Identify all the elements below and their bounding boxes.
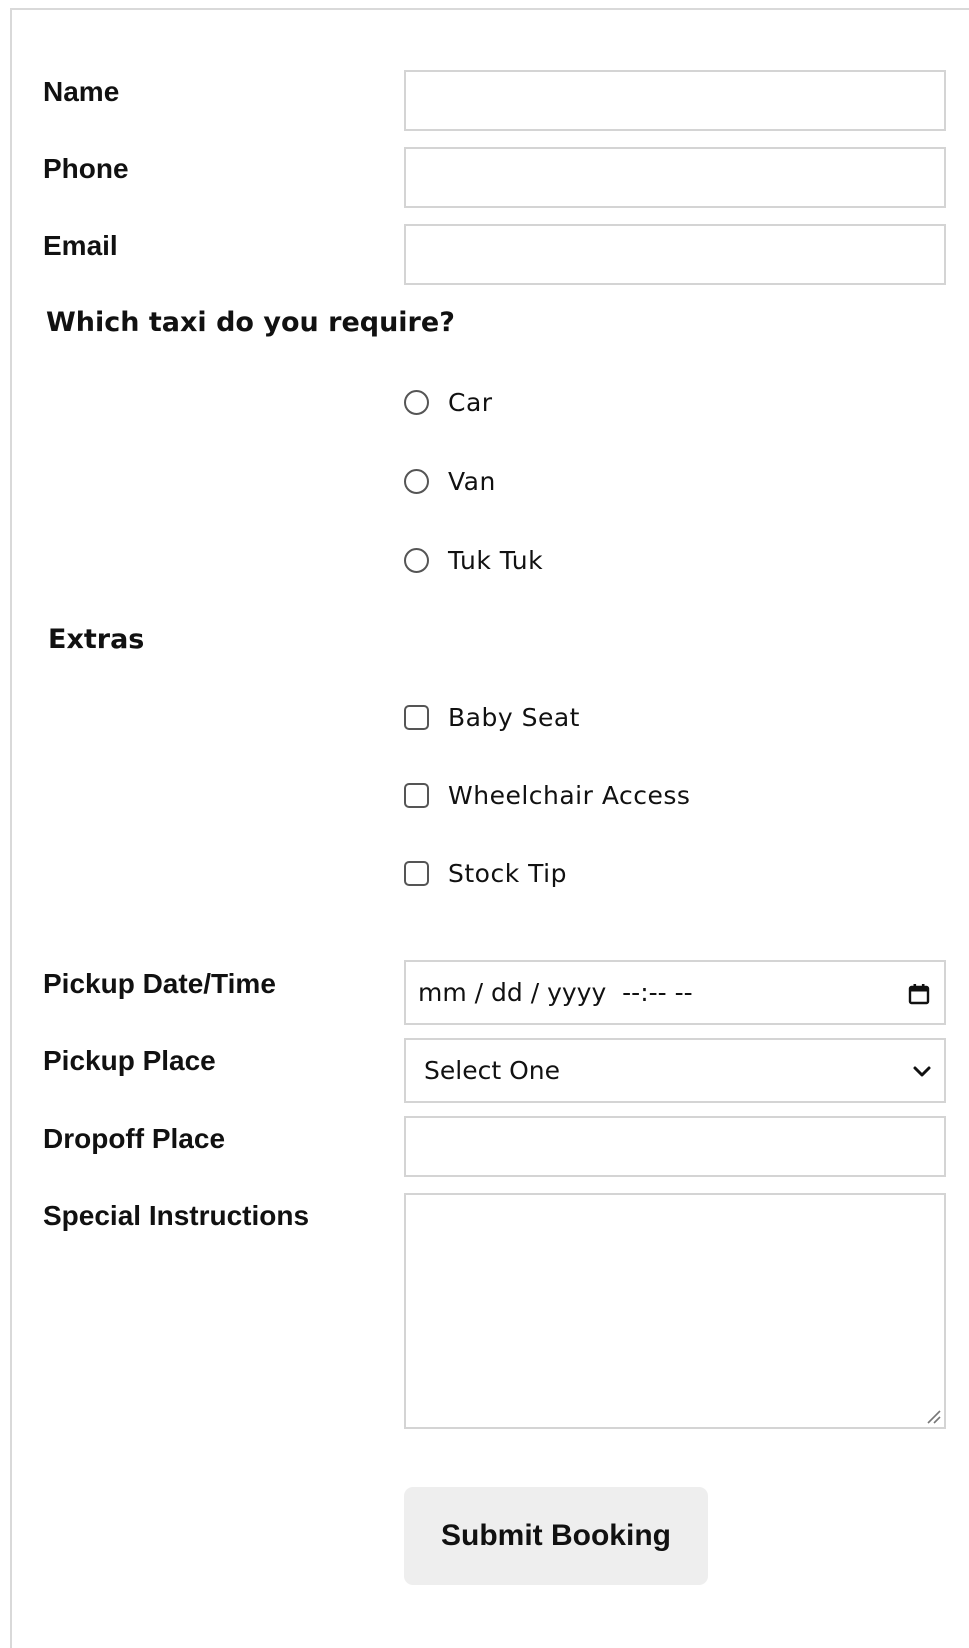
- taxi-option-van[interactable]: Van: [404, 464, 496, 498]
- baby-seat-checkbox[interactable]: [404, 704, 429, 730]
- tuk-tuk-radio[interactable]: [404, 547, 429, 573]
- stock-tip-checkbox[interactable]: [404, 860, 429, 886]
- pickup-datetime-input[interactable]: mm / dd / yyyy --:-- --: [404, 960, 946, 1025]
- email-field[interactable]: [404, 224, 946, 285]
- resize-handle-icon[interactable]: [924, 1407, 942, 1425]
- phone-label: Phone: [43, 153, 129, 184]
- submit-booking-button[interactable]: Submit Booking: [404, 1487, 708, 1585]
- calendar-icon[interactable]: [908, 982, 930, 1004]
- extra-option-stock-tip[interactable]: Stock Tip: [404, 856, 567, 890]
- taxi-option-car[interactable]: Car: [404, 385, 493, 419]
- dropoff-place-label: Dropoff Place: [43, 1123, 226, 1154]
- pickup-datetime-placeholder: mm / dd / yyyy --:-- --: [418, 978, 693, 1007]
- special-instructions-textarea[interactable]: [404, 1193, 946, 1429]
- pickup-datetime-label: Pickup Date/Time: [43, 968, 276, 999]
- extra-option-wheelchair-access[interactable]: Wheelchair Access: [404, 778, 690, 812]
- name-label: Name: [43, 76, 120, 107]
- wheelchair-access-checkbox[interactable]: [404, 782, 429, 808]
- taxi-question-heading: Which taxi do you require?: [46, 307, 455, 338]
- van-radio[interactable]: [404, 468, 429, 494]
- name-field[interactable]: [404, 70, 946, 131]
- van-option-label: Van: [448, 466, 496, 496]
- pickup-place-select[interactable]: Select One: [404, 1038, 946, 1103]
- phone-field[interactable]: [404, 147, 946, 208]
- wheelchair-access-label: Wheelchair Access: [448, 780, 691, 810]
- chevron-down-icon: [912, 1056, 932, 1085]
- car-radio[interactable]: [404, 389, 429, 415]
- stock-tip-label: Stock Tip: [448, 858, 567, 888]
- extras-heading: Extras: [48, 624, 145, 655]
- taxi-option-tuk-tuk[interactable]: Tuk Tuk: [404, 543, 543, 577]
- pickup-place-label: Pickup Place: [43, 1045, 216, 1076]
- email-label: Email: [43, 230, 118, 261]
- special-instructions-label: Special Instructions: [43, 1200, 310, 1231]
- tuk-tuk-option-label: Tuk Tuk: [448, 545, 544, 575]
- extra-option-baby-seat[interactable]: Baby Seat: [404, 700, 580, 734]
- pickup-place-selected-value: Select One: [424, 1056, 560, 1085]
- baby-seat-label: Baby Seat: [448, 702, 580, 732]
- dropoff-place-field[interactable]: [404, 1116, 946, 1177]
- car-option-label: Car: [448, 387, 493, 417]
